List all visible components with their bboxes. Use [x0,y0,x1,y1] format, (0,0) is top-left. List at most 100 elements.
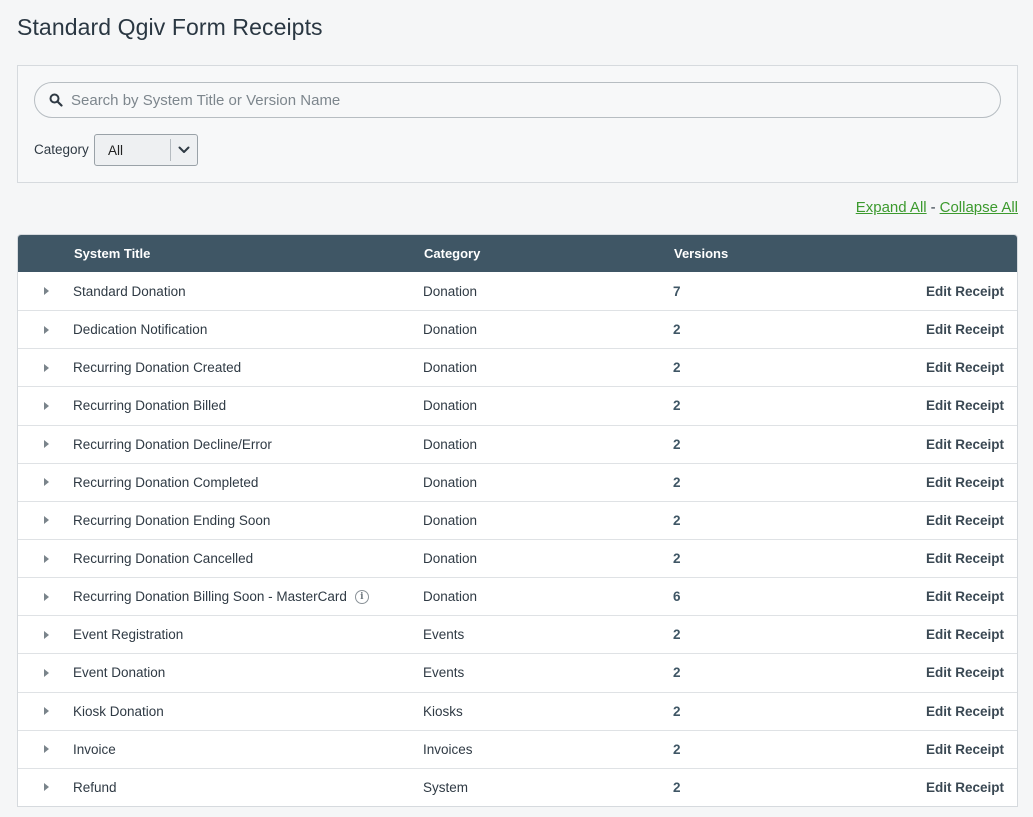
table-row[interactable]: Recurring Donation Created Donation 2 Edit … [18,348,1017,387]
row-title-text: Recurring Donation Decline/Error [73,436,272,452]
table-row[interactable]: Recurring Donation Ending Soon Donation 2 E… [18,500,1017,539]
receipts-table: System Title Category Versions Standard … [17,234,1018,807]
expand-row-toggle[interactable] [18,287,73,296]
collapse-all-link[interactable]: Collapse All [940,199,1018,216]
row-system-title: Recurring Donation Completed [73,475,423,490]
row-system-title: Event Donation [73,665,423,680]
edit-receipt-button[interactable]: Edit Receipt [773,513,1017,528]
table-header: System Title Category Versions [18,235,1017,272]
edit-receipt-button[interactable]: Edit Receipt [773,665,1017,680]
edit-receipt-button[interactable]: Edit Receipt [773,398,1017,413]
chevron-down-icon[interactable] [171,146,197,154]
row-category: Donation [423,436,478,452]
row-system-title: Recurring Donation Ending Soon [73,513,423,528]
edit-receipt-button[interactable]: Edit Receipt [773,475,1017,490]
row-category: Donation [423,551,478,567]
row-category: Donation [423,360,478,376]
table-row[interactable]: Standard Donation Donation 7 Edit Receipt [18,272,1017,311]
row-title-text: Recurring Donation Completed [73,474,259,490]
edit-receipt-button[interactable]: Edit Receipt [773,704,1017,719]
expand-row-toggle[interactable] [18,478,73,487]
row-category: Donation [423,283,478,299]
caret-right-icon [44,668,49,677]
caret-right-icon [44,363,49,372]
edit-receipt-button[interactable]: Edit Receipt [773,780,1017,795]
link-separator: - [930,199,936,216]
row-title-text: Recurring Donation Cancelled [73,551,254,567]
expand-row-toggle[interactable] [18,592,73,601]
table-row[interactable]: Invoice Invoices 2 Edit Receipt [18,729,1017,768]
table-row[interactable]: Dedication Notification Donation 2 Edit Rec… [18,310,1017,349]
expand-all-link[interactable]: Expand All [856,199,927,216]
caret-right-icon [44,440,49,449]
column-header-category: Category [424,246,481,261]
row-title-text: Standard Donation [73,283,186,299]
row-category: Events [423,627,465,643]
row-category: Events [423,665,465,681]
row-title-text: Recurring Donation Created [73,360,242,376]
expand-row-toggle[interactable] [18,440,73,449]
info-icon[interactable]: i [354,589,369,604]
expand-row-toggle[interactable] [18,325,73,334]
table-row[interactable]: Recurring Donation Billing Soon - Master… [18,577,1017,616]
edit-receipt-button[interactable]: Edit Receipt [773,284,1017,299]
row-versions-count: 2 [673,703,681,719]
row-versions-count: 2 [673,360,681,376]
caret-right-icon [44,287,49,296]
expand-row-toggle[interactable] [18,668,73,677]
caret-right-icon [44,516,49,525]
table-row[interactable]: Recurring Donation Cancelled Donation 2 Edi… [18,538,1017,578]
category-select[interactable]: All [94,134,198,166]
caret-right-icon [44,707,49,716]
row-system-title: Event Registration [73,627,423,642]
row-title-text: Event Registration [73,627,184,643]
caret-right-icon [44,783,49,792]
expand-row-toggle[interactable] [18,516,73,525]
table-row[interactable]: Recurring Donation Billed Donation 2 Edit R… [18,386,1017,425]
row-title-text: Event Donation [73,665,166,681]
page-title: Standard Qgiv Form Receipts [17,14,323,40]
edit-receipt-button[interactable]: Edit Receipt [773,742,1017,757]
row-versions-count: 2 [673,551,681,567]
row-title-text: Recurring Donation Ending Soon [73,512,271,528]
edit-receipt-button[interactable]: Edit Receipt [773,627,1017,642]
filter-panel: Category All [17,65,1018,183]
table-row[interactable]: Event Registration Events 2 Edit Receipt [18,615,1017,654]
table-row[interactable]: Refund System 2 Edit Receipt [18,767,1017,806]
edit-receipt-button[interactable]: Edit Receipt [773,322,1017,337]
row-system-title: Kiosk Donation [73,704,423,719]
row-system-title: Dedication Notification [73,322,423,337]
caret-right-icon [44,745,49,754]
row-title-text: Recurring Donation Billing Soon - Master… [73,589,347,605]
row-category: Donation [423,589,478,605]
row-category: Donation [423,398,478,414]
edit-receipt-button[interactable]: Edit Receipt [773,589,1017,604]
search-input[interactable] [71,83,1000,117]
expand-row-toggle[interactable] [18,363,73,372]
expand-row-toggle[interactable] [18,707,73,716]
category-selected-value: All [108,142,124,158]
table-row[interactable]: Recurring Donation Decline/Error Donation… [18,424,1017,463]
table-body: Standard Donation Donation 7 Edit Receipt De… [18,272,1017,806]
row-versions-count: 2 [673,627,681,643]
search-box[interactable] [34,82,1001,118]
expand-row-toggle[interactable] [18,554,73,563]
table-row[interactable]: Kiosk Donation Kiosks 2 Edit Receipt [18,691,1017,730]
row-versions-count: 2 [673,779,681,795]
expand-row-toggle[interactable] [18,745,73,754]
edit-receipt-button[interactable]: Edit Receipt [773,360,1017,375]
row-system-title: Refund [73,780,423,795]
row-category: Invoices [423,741,473,757]
edit-receipt-button[interactable]: Edit Receipt [773,551,1017,566]
column-header-system-title: System Title [74,246,151,261]
expand-row-toggle[interactable] [18,783,73,792]
table-row[interactable]: Recurring Donation Completed Donation 2 Edi… [18,462,1017,501]
row-versions-count: 2 [673,474,681,490]
table-row[interactable]: Event Donation Events 2 Edit Receipt [18,653,1017,692]
expand-row-toggle[interactable] [18,401,73,410]
expand-row-toggle[interactable] [18,630,73,639]
row-category: System [423,779,469,795]
edit-receipt-button[interactable]: Edit Receipt [773,437,1017,452]
row-versions-count: 2 [673,512,681,528]
row-system-title: Recurring Donation Billing Soon - Master… [73,589,423,604]
